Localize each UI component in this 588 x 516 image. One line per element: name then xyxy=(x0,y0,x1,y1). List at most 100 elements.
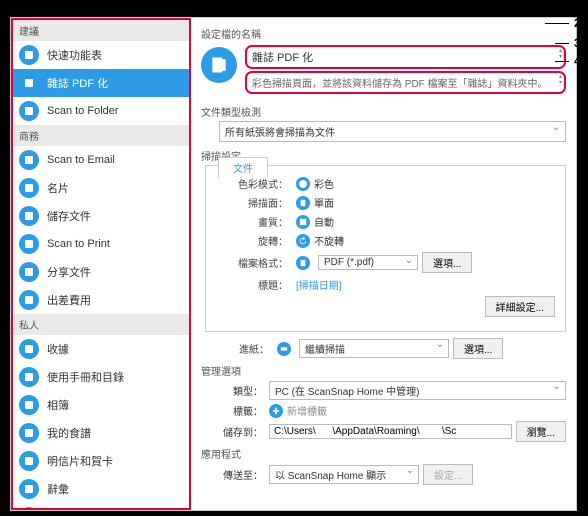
app-label: 應用程式 xyxy=(201,446,566,461)
sidebar-item-label: 雜誌 PDF 化 xyxy=(47,75,108,91)
sidebar-item-label: 使用手冊和目錄 xyxy=(47,369,124,385)
sidebar-item[interactable]: 辭彙 xyxy=(13,475,189,503)
format-label: 檔案格式： xyxy=(216,255,296,270)
sidebar-item-label: 學校講義 xyxy=(47,509,91,510)
profile-icon xyxy=(201,47,237,83)
sidebar-item[interactable]: 我的食譜 xyxy=(13,419,189,447)
sidebar-item[interactable]: 名片 xyxy=(13,174,189,202)
format-icon xyxy=(296,256,310,270)
mail-icon xyxy=(19,150,39,170)
sidebar-section-header: 私人 xyxy=(13,314,189,335)
doctype-select[interactable]: 所有紙張將會掃描為文件 xyxy=(219,121,566,142)
feed-select[interactable]: 繼續掃描 xyxy=(299,339,449,358)
menu-icon xyxy=(19,45,39,65)
rotate-label: 旋轉： xyxy=(216,233,296,248)
callout-line xyxy=(545,23,569,24)
type-label: 類型： xyxy=(219,383,269,398)
sidebar-item[interactable]: 雜誌 PDF 化 xyxy=(13,69,189,97)
profile-section-label: 設定檔的名稱 xyxy=(201,26,566,41)
feed-icon xyxy=(277,342,291,356)
sidebar-item-label: Scan to Print xyxy=(47,238,110,250)
share-icon xyxy=(19,262,39,282)
detail-button[interactable]: 詳細設定... xyxy=(485,296,555,317)
color-icon xyxy=(296,177,310,191)
save-path-input[interactable] xyxy=(269,424,512,439)
stepper-icon[interactable]: ▴▾ xyxy=(559,48,562,60)
dict-icon xyxy=(19,479,39,499)
tag-label: 標籤： xyxy=(219,403,269,418)
sidebar-item-label: 我的食譜 xyxy=(47,425,91,441)
sidebar-item-label: 快速功能表 xyxy=(47,47,102,63)
sidebar-item-label: 出差費用 xyxy=(47,292,91,308)
save-icon xyxy=(19,206,39,226)
sidebar-item[interactable]: 出差費用 xyxy=(13,286,189,314)
profile-name-text: 雜誌 PDF 化 xyxy=(252,52,313,64)
title-label: 標題： xyxy=(216,277,296,292)
receipt2-icon xyxy=(19,339,39,359)
sidebar-item-label: 相簿 xyxy=(47,397,69,413)
profile-name-input[interactable]: 雜誌 PDF 化 ▴▾ xyxy=(245,45,566,69)
side-label: 掃描面： xyxy=(216,195,296,210)
sidebar-item[interactable]: 快速功能表 xyxy=(13,41,189,69)
sidebar-section-header: 商務 xyxy=(13,125,189,146)
quality-icon xyxy=(296,215,310,229)
feed-options-button[interactable]: 選項... xyxy=(453,338,503,359)
sidebar-item-label: Scan to Folder xyxy=(47,105,119,117)
card-icon xyxy=(19,178,39,198)
receipt-icon xyxy=(19,290,39,310)
type-select[interactable]: PC (在 ScanSnap Home 中管理) xyxy=(269,381,566,400)
sidebar-item-label: 收據 xyxy=(47,341,69,357)
color-label: 色彩模式： xyxy=(216,176,296,191)
format-select[interactable]: PDF (*.pdf) xyxy=(318,255,418,270)
sidebar-item[interactable]: 明信片和賀卡 xyxy=(13,447,189,475)
scan-group: 文件 色彩模式：彩色 掃描面：單面 畫質：自動 旋轉：不旋轉 檔案格式：PDF … xyxy=(205,165,566,332)
sidebar-section-header: 建議 xyxy=(13,20,189,41)
sidebar-item[interactable]: 分享文件 xyxy=(13,258,189,286)
sidebar-item-label: 儲存文件 xyxy=(47,208,91,224)
plus-icon[interactable] xyxy=(269,404,283,418)
rotate-icon xyxy=(296,234,310,248)
doctype-label: 文件類型檢測 xyxy=(201,104,566,119)
manual-icon xyxy=(19,367,39,387)
callout-line xyxy=(555,61,569,62)
callout-4: 4 xyxy=(574,54,581,68)
sidebar-item[interactable]: Scan to Print xyxy=(13,230,189,258)
quality-label: 畫質： xyxy=(216,214,296,229)
sidebar-item[interactable]: Scan to Email xyxy=(13,146,189,174)
sidebar-item[interactable]: 收據 xyxy=(13,335,189,363)
callout-2: 2 xyxy=(574,16,581,30)
callout-3: 3 xyxy=(574,36,581,50)
callout-line xyxy=(107,0,108,17)
book-icon xyxy=(19,73,39,93)
sidebar-item[interactable]: 相簿 xyxy=(13,391,189,419)
side-icon xyxy=(296,196,310,210)
main-panel: 設定檔的名稱 雜誌 PDF 化 ▴▾ 彩色掃描頁面，並將該資料儲存為 PDF 檔… xyxy=(191,18,576,510)
manage-label: 管理選項 xyxy=(201,363,566,378)
callout-1: 1 xyxy=(574,0,581,8)
send-select[interactable]: 以 ScanSnap Home 顯示 xyxy=(269,465,419,484)
sidebar-item-label: Scan to Email xyxy=(47,154,115,166)
sidebar-item[interactable]: 學校講義 xyxy=(13,503,189,510)
sidebar-item[interactable]: 使用手冊和目錄 xyxy=(13,363,189,391)
stepper-icon[interactable]: ▴▾ xyxy=(559,74,562,86)
school-icon xyxy=(19,507,39,510)
callout-line xyxy=(107,0,569,1)
sidebar-item[interactable]: 儲存文件 xyxy=(13,202,189,230)
tag-text[interactable]: 新增標籤 xyxy=(287,403,327,418)
callout-line xyxy=(555,43,569,44)
profile-desc-input[interactable]: 彩色掃描頁面，並將該資料儲存為 PDF 檔案至「雜誌」資料夾中。 ▴▾ xyxy=(245,71,566,94)
title-link[interactable]: [掃描日期] xyxy=(296,277,342,292)
sidebar-item[interactable]: Scan to Folder xyxy=(13,97,189,125)
recipe-icon xyxy=(19,423,39,443)
sidebar-item-label: 名片 xyxy=(47,180,69,196)
format-options-button[interactable]: 選項... xyxy=(422,252,472,273)
sidebar: 建議快速功能表雜誌 PDF 化 Scan to Folder 商務 Scan to E… xyxy=(11,18,191,510)
save-label: 儲存到： xyxy=(219,424,269,439)
browse-button[interactable]: 瀏覽... xyxy=(516,421,566,442)
print-icon xyxy=(19,234,39,254)
sidebar-item-label: 辭彙 xyxy=(47,481,69,497)
profile-desc-text: 彩色掃描頁面，並將該資料儲存為 PDF 檔案至「雜誌」資料夾中。 xyxy=(252,79,548,90)
tab-document[interactable]: 文件 xyxy=(218,157,268,178)
postcard-icon xyxy=(19,451,39,471)
sidebar-item-label: 明信片和賀卡 xyxy=(47,453,113,469)
